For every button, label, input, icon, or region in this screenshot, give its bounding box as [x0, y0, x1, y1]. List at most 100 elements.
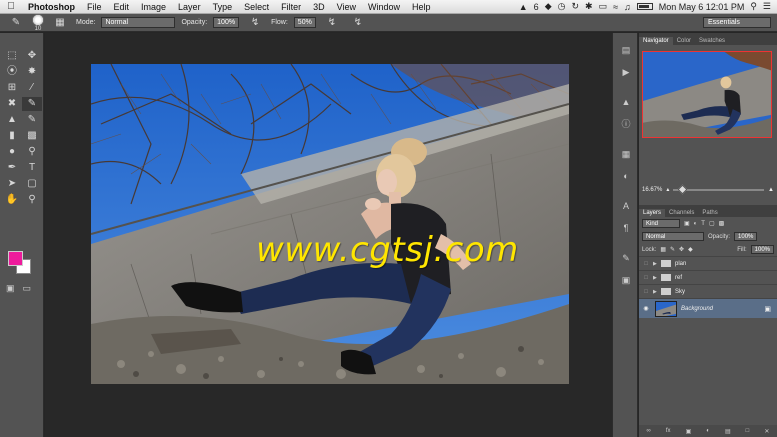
expand-arrow-icon[interactable]: ▶	[653, 289, 661, 295]
visibility-toggle[interactable]: □	[639, 261, 653, 267]
visibility-toggle[interactable]: □	[639, 275, 653, 281]
brush-tool-icon[interactable]: ✎	[22, 97, 42, 111]
flow-field[interactable]: 50%	[293, 17, 316, 28]
menu-select[interactable]: Select	[238, 2, 275, 12]
eraser-tool-icon[interactable]: ▮	[2, 129, 22, 143]
gradient-tool-icon[interactable]: ▩	[22, 129, 42, 143]
adjustment-layer-icon[interactable]: ◐	[706, 428, 710, 434]
menu-edit[interactable]: Edit	[108, 2, 136, 12]
tab-channels[interactable]: Channels	[665, 209, 698, 217]
expand-arrow-icon[interactable]: ▶	[653, 261, 661, 267]
tab-navigator[interactable]: Navigator	[639, 37, 673, 45]
time-machine-icon[interactable]: ◷	[558, 1, 566, 12]
blur-tool-icon[interactable]: ●	[2, 145, 22, 159]
tab-color[interactable]: Color	[673, 37, 695, 45]
menu-layer[interactable]: Layer	[172, 2, 207, 12]
dropbox-icon[interactable]: ◆	[545, 1, 552, 12]
battery-icon[interactable]	[636, 3, 653, 10]
lock-position-icon[interactable]: ✥	[679, 246, 684, 253]
menu-help[interactable]: Help	[406, 2, 437, 12]
lock-image-icon[interactable]: ✎	[670, 246, 675, 253]
tab-paths[interactable]: Paths	[698, 209, 721, 217]
menu-type[interactable]: Type	[207, 2, 239, 12]
adjustments-panel-icon[interactable]: ◐	[613, 165, 639, 187]
tab-layers[interactable]: Layers	[639, 209, 666, 217]
brushes-panel-icon[interactable]: ✎	[613, 247, 639, 269]
actions-panel-icon[interactable]: ▶	[613, 61, 639, 83]
fill-field[interactable]: 100%	[750, 245, 774, 254]
filter-smart-object-icon[interactable]: ▩	[719, 220, 725, 227]
volume-icon[interactable]: ♫	[624, 2, 631, 12]
zoom-slider-handle[interactable]	[677, 184, 688, 194]
filter-type-icon[interactable]: T	[701, 221, 705, 227]
pen-tool-icon[interactable]: ✒	[2, 161, 22, 175]
add-mask-icon[interactable]: ▣	[686, 428, 692, 435]
bluetooth-icon[interactable]: ✱	[585, 1, 593, 12]
layer-opacity-field[interactable]: 100%	[734, 232, 758, 241]
adobe-icon[interactable]: ▲	[519, 2, 528, 12]
zoom-value[interactable]: 16.67%	[642, 187, 662, 193]
crop-tool-icon[interactable]: ⊞	[2, 81, 22, 95]
workspace-select[interactable]: Essentials	[703, 17, 771, 28]
layer-row-sky[interactable]: □ ▶ Sky	[639, 284, 777, 298]
pressure-opacity-icon[interactable]: ↯	[245, 16, 265, 30]
screen-mode-icon[interactable]: ▭	[23, 283, 32, 294]
foreground-color-swatch[interactable]	[8, 251, 23, 266]
shape-tool-icon[interactable]: ▢	[22, 177, 42, 191]
paragraph-panel-icon[interactable]: ¶	[613, 217, 639, 239]
menu-image[interactable]: Image	[135, 2, 172, 12]
eye-icon[interactable]: ◉	[639, 305, 653, 312]
spotlight-icon[interactable]: ⚲	[750, 1, 757, 12]
navigator-preview[interactable]	[642, 51, 772, 138]
clock-text[interactable]: Mon May 6 12:01 PM	[659, 2, 745, 12]
menu-photoshop[interactable]: Photoshop	[22, 2, 81, 12]
zoom-in-icon[interactable]: ▲	[768, 187, 774, 193]
filter-pixel-icon[interactable]: ▣	[684, 220, 690, 227]
document-image[interactable]: www.cgtsj.com	[91, 64, 569, 384]
sync-icon[interactable]: ↻	[571, 1, 579, 12]
menu-file[interactable]: File	[81, 2, 108, 12]
brush-preset-icon[interactable]: ✎	[6, 16, 26, 30]
clone-source-panel-icon[interactable]: ▣	[613, 269, 639, 291]
pressure-size-icon[interactable]: ↯	[348, 16, 368, 30]
airplay-icon[interactable]: ▭	[599, 1, 608, 12]
magic-wand-tool-icon[interactable]: ✸	[22, 65, 42, 79]
histogram-panel-icon[interactable]: ▲	[613, 91, 639, 113]
menu-3d[interactable]: 3D	[307, 2, 331, 12]
layer-filter-kind-select[interactable]: Kind	[642, 219, 680, 228]
wifi-icon[interactable]: ≈	[613, 2, 618, 12]
notification-center-icon[interactable]: ☰	[763, 1, 771, 12]
zoom-out-icon[interactable]: ▴	[666, 186, 669, 193]
new-group-icon[interactable]: ▤	[725, 428, 731, 435]
move-tool-icon[interactable]: ✥	[22, 49, 42, 63]
healing-brush-tool-icon[interactable]: ✖	[2, 97, 22, 111]
delete-layer-icon[interactable]: ✕	[764, 428, 769, 435]
layer-row-ref[interactable]: □ ▶ ref	[639, 270, 777, 284]
eyedropper-tool-icon[interactable]: ⁄	[22, 81, 42, 95]
notification-count-badge[interactable]: 6	[534, 2, 539, 12]
layer-style-icon[interactable]: fx	[666, 428, 671, 434]
quick-mask-icon[interactable]: ▣	[6, 283, 15, 294]
clone-stamp-tool-icon[interactable]: ▲	[2, 113, 22, 127]
hand-tool-icon[interactable]: ✋	[2, 193, 22, 207]
link-layers-icon[interactable]: ∞	[647, 428, 651, 434]
opacity-field[interactable]: 100%	[213, 17, 240, 28]
type-tool-icon[interactable]: T	[22, 161, 42, 175]
marquee-tool-icon[interactable]: ⬚	[2, 49, 22, 63]
character-panel-icon[interactable]: A	[613, 195, 639, 217]
history-brush-tool-icon[interactable]: ✎	[22, 113, 42, 127]
zoom-tool-icon[interactable]: ⚲	[22, 193, 42, 207]
info-panel-icon[interactable]: ⓘ	[613, 113, 639, 135]
mode-select[interactable]: Normal	[101, 17, 176, 28]
filter-shape-icon[interactable]: ▢	[709, 220, 715, 227]
visibility-toggle[interactable]: □	[639, 289, 653, 295]
airbrush-icon[interactable]: ↯	[322, 16, 342, 30]
expand-arrow-icon[interactable]: ▶	[653, 275, 661, 281]
menu-window[interactable]: Window	[362, 2, 406, 12]
properties-panel-icon[interactable]: ▦	[613, 143, 639, 165]
filter-adjustment-icon[interactable]: ◐	[694, 221, 698, 227]
new-layer-icon[interactable]: □	[746, 428, 750, 434]
history-panel-icon[interactable]: ▤	[613, 39, 639, 61]
blend-mode-select[interactable]: Normal	[642, 232, 704, 241]
dodge-tool-icon[interactable]: ⚲	[22, 145, 42, 159]
